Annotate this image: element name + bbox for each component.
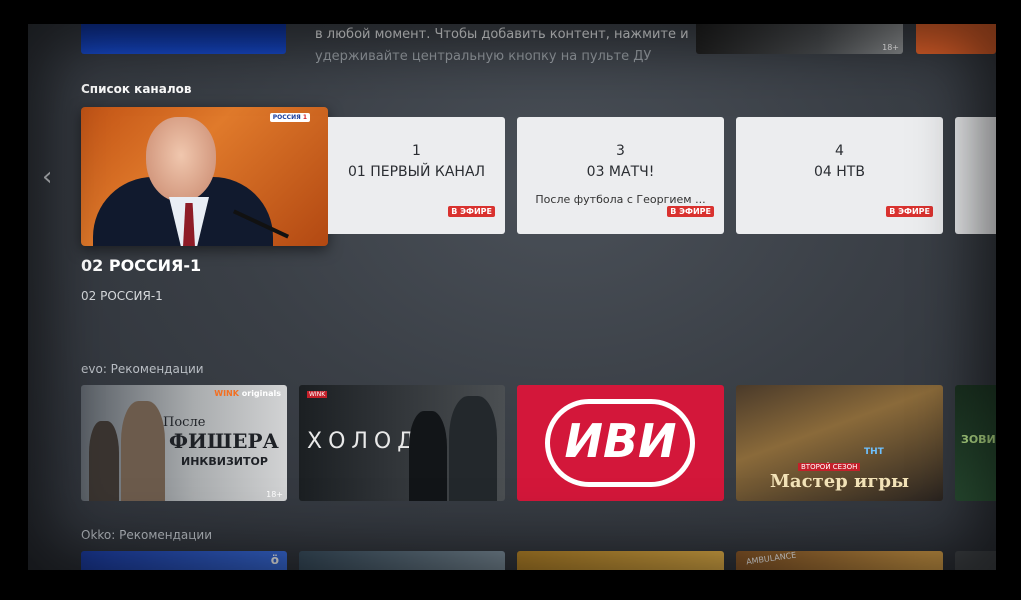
recommendation-tile[interactable]	[299, 551, 505, 570]
recommendation-tile[interactable]: WINK originals После ФИШЕРА ИНКВИЗИТОР 1…	[81, 385, 287, 501]
recommendation-tile[interactable]: ТНТ ВТОРОЙ СЕЗОН Мастер игры	[736, 385, 943, 501]
chevron-left-icon[interactable]: ‹	[42, 162, 52, 192]
top-description-line2: удерживайте центральную кнопку на пульте…	[315, 49, 652, 64]
channel-name: 01 ПЕРВЫЙ КАНАЛ	[347, 164, 486, 180]
top-tile-orange[interactable]	[916, 24, 996, 54]
preview-face	[146, 117, 216, 202]
recommendation-tile-partial[interactable]	[955, 551, 996, 570]
channel-number: 4	[835, 143, 844, 159]
okko-logo: ö	[270, 553, 279, 567]
focused-channel-subtitle: 02 РОССИЯ-1	[81, 289, 163, 303]
tv-screen: в любой момент. Чтобы добавить контент, …	[28, 24, 996, 570]
channel-card[interactable]: 3 03 МАТЧ! После футбола с Георгием ... …	[517, 117, 724, 234]
age-badge: 18+	[266, 490, 283, 499]
focused-channel-title: 02 РОССИЯ-1	[81, 256, 202, 275]
channel-card[interactable]: 1 01 ПЕРВЫЙ КАНАЛ В ЭФИРЕ	[328, 117, 505, 234]
top-description: в любой момент. Чтобы добавить контент, …	[315, 24, 695, 68]
top-tile-blue[interactable]	[81, 24, 286, 54]
okko-section-title: Okko: Рекомендации	[81, 528, 213, 542]
channel-number: 3	[616, 143, 625, 159]
tnt-logo: ТНТ	[864, 447, 884, 457]
live-badge: В ЭФИРЕ	[886, 206, 933, 217]
poster-title: AMBULANCE	[745, 551, 797, 567]
recommendation-tile[interactable]: ИВИ	[517, 385, 724, 501]
channel-name: 04 НТВ	[814, 164, 865, 180]
channel-number: 1	[412, 143, 421, 159]
wink-logo: WINK originals	[214, 389, 281, 398]
channel-card-focused[interactable]: РОССИЯ 1	[81, 107, 328, 246]
season-tag: ВТОРОЙ СЕЗОН	[798, 463, 861, 471]
ivi-logo: ИВИ	[564, 414, 677, 468]
poster-title: ЗОВИ	[961, 433, 996, 446]
live-badge: В ЭФИРЕ	[667, 206, 714, 217]
channel-program: После футбола с Георгием ...	[535, 193, 706, 206]
recommendation-tile[interactable]: ö	[81, 551, 287, 570]
recommendation-tile-partial[interactable]: ЗОВИ	[955, 385, 996, 501]
poster-title-line1: После	[163, 415, 206, 430]
channel-card-partial[interactable]	[955, 117, 996, 234]
recommendation-tile[interactable]: AMBULANCE	[736, 551, 943, 570]
age-badge: 18+	[882, 43, 899, 52]
wink-tag: WINK	[307, 391, 328, 398]
poster-title-line3: ИНКВИЗИТОР	[181, 455, 268, 468]
poster-title-line2: ФИШЕРА	[169, 429, 279, 453]
channels-section-title: Список каналов	[81, 82, 192, 96]
channel-logo: РОССИЯ 1	[269, 113, 310, 122]
poster-title: Мастер игры	[770, 471, 910, 492]
recommendation-tile[interactable]	[517, 551, 724, 570]
channel-card[interactable]: 4 04 НТВ В ЭФИРЕ	[736, 117, 943, 234]
top-description-line1: в любой момент. Чтобы добавить контент, …	[315, 27, 689, 42]
live-badge: В ЭФИРЕ	[448, 206, 495, 217]
channel-name: 03 МАТЧ!	[586, 164, 655, 180]
poster-title: ХОЛОД	[307, 429, 421, 454]
recommendation-tile[interactable]: WINK ХОЛОД	[299, 385, 505, 501]
top-tile-movie[interactable]: 18+	[696, 24, 903, 54]
evo-section-title: evo: Рекомендации	[81, 362, 204, 376]
